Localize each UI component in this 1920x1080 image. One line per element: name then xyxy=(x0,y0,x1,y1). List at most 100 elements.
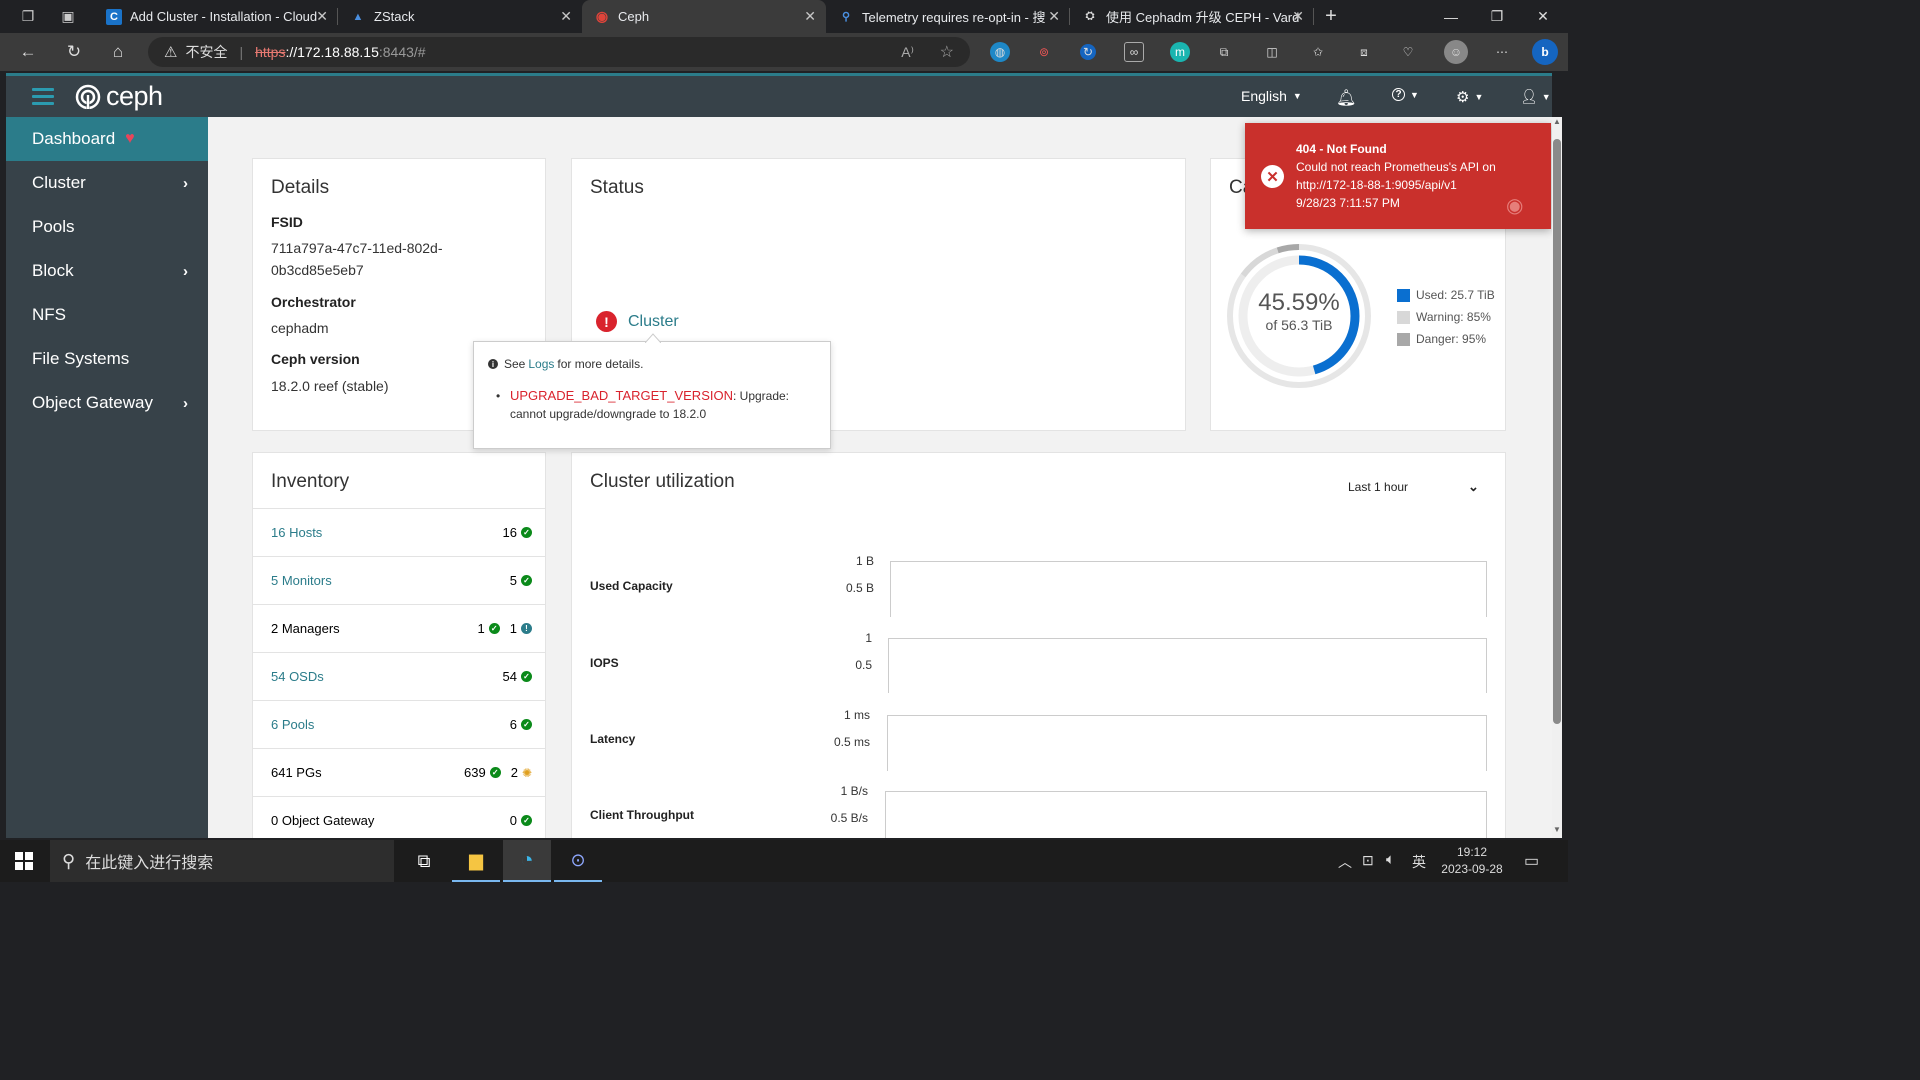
inventory-row-monitors[interactable]: 5 Monitors 5 ✓ xyxy=(253,556,546,604)
ceph-icon: ◉ xyxy=(595,8,609,24)
extension-sync-icon[interactable]: ↻ xyxy=(1080,44,1096,60)
tab-add-cluster[interactable]: C Add Cluster - Installation - Cloud ✕ xyxy=(94,0,338,33)
inventory-count: 6 xyxy=(509,717,517,732)
error-icon: ! xyxy=(596,311,617,332)
minimize-icon[interactable]: — xyxy=(1428,0,1474,33)
inventory-link[interactable]: 6 Pools xyxy=(271,717,314,732)
inventory-row-osds[interactable]: 54 OSDs 54 ✓ xyxy=(253,652,546,700)
close-window-icon[interactable]: ✕ xyxy=(1520,0,1566,33)
scroll-up-icon[interactable]: ▲ xyxy=(1552,117,1562,126)
caret-down-icon: ▼ xyxy=(1292,91,1302,101)
browser-essentials-icon[interactable]: ♡ xyxy=(1398,42,1418,62)
back-icon[interactable]: ← xyxy=(14,39,42,65)
bing-copilot-icon[interactable]: b xyxy=(1532,39,1558,65)
tab-actions-icon[interactable]: ▣ xyxy=(48,0,88,33)
favorites-icon[interactable]: ✩ xyxy=(1308,42,1328,62)
network-icon[interactable]: ⊡ xyxy=(1362,852,1374,869)
extension-globe-icon[interactable]: ◍ xyxy=(990,42,1010,62)
cluster-status[interactable]: ! Cluster xyxy=(596,311,679,332)
sidebar-item-object-gateway[interactable]: Object Gateway › xyxy=(6,381,208,425)
edge-browser-icon[interactable]: ◔ xyxy=(503,840,551,882)
ceph-watermark-icon: ◉ xyxy=(1506,195,1524,217)
inventory-count-working: 2 xyxy=(510,765,518,780)
popover-text: for more details. xyxy=(557,357,644,371)
ceph-logo[interactable]: ceph xyxy=(74,81,163,112)
collections-icon[interactable]: ⧈ xyxy=(1354,42,1374,62)
inventory-link[interactable]: 16 Hosts xyxy=(271,525,322,540)
profile-avatar[interactable]: ☺ xyxy=(1444,40,1468,64)
time-range-select[interactable]: Last 1 hour ⌄ xyxy=(1348,479,1479,495)
volume-icon[interactable]: 🔈︎ xyxy=(1386,851,1395,868)
zstack-icon: ▲ xyxy=(352,10,364,23)
health-error-code: UPGRADE_BAD_TARGET_VERSION xyxy=(510,388,733,403)
task-view-icon[interactable]: ⧉ xyxy=(400,840,448,882)
favorite-star-icon[interactable]: ☆ xyxy=(940,42,954,62)
windows-start-icon[interactable] xyxy=(0,840,48,882)
tab-separator xyxy=(1313,8,1314,25)
inventory-count: 639 xyxy=(464,765,486,780)
close-circle-icon: ✕ xyxy=(1261,165,1284,188)
close-tab-icon[interactable]: ✕ xyxy=(1292,8,1304,25)
clock[interactable]: 19:12 2023-09-28 xyxy=(1434,844,1510,878)
sidebar-item-file-systems[interactable]: File Systems xyxy=(6,337,208,381)
workspaces-icon[interactable]: ❐ xyxy=(8,0,48,33)
tab-ceph[interactable]: ◉ Ceph ✕ xyxy=(582,0,826,33)
sidebar-item-dashboard[interactable]: Dashboard ♥ xyxy=(6,117,208,161)
chevron-right-icon: › xyxy=(183,262,188,280)
extension-m-icon[interactable]: m xyxy=(1170,42,1190,62)
refresh-icon[interactable]: ↻ xyxy=(60,39,88,65)
ime-indicator[interactable]: 英 xyxy=(1412,852,1426,872)
tick-label: 1 ms xyxy=(843,708,870,722)
app-icon-circle[interactable]: ⊙ xyxy=(554,840,602,882)
language-selector[interactable]: English ▼ xyxy=(1241,88,1302,104)
close-tab-icon[interactable]: ✕ xyxy=(1048,8,1060,25)
inventory-row-pools[interactable]: 6 Pools 6 ✓ xyxy=(253,700,546,748)
sidebar-item-label: Block xyxy=(32,261,74,280)
close-tab-icon[interactable]: ✕ xyxy=(804,8,816,25)
address-bar[interactable]: ⚠ 不安全 | https ://172.18.88.15 :8443/# A⁾… xyxy=(148,37,970,67)
scrollbar-thumb[interactable] xyxy=(1553,139,1561,724)
extension-glasses-icon[interactable]: ∞ xyxy=(1124,42,1144,62)
scroll-down-icon[interactable]: ▼ xyxy=(1552,825,1562,834)
extension-eyes-icon[interactable]: ⊚ xyxy=(1034,42,1054,62)
inventory-link[interactable]: 54 OSDs xyxy=(271,669,324,684)
inventory-link[interactable]: 5 Monitors xyxy=(271,573,332,588)
health-popover: i See Logs for more details. • UPGRADE_B… xyxy=(473,333,831,449)
more-menu-icon[interactable]: ⋯ xyxy=(1492,42,1512,62)
clock-date: 2023-09-28 xyxy=(1441,862,1503,876)
user-menu[interactable]: 👤︎ ▼ xyxy=(1520,88,1551,105)
close-tab-icon[interactable]: ✕ xyxy=(560,8,572,25)
tray-chevron-up-icon[interactable]: ︿ xyxy=(1338,852,1352,872)
read-aloud-icon[interactable]: A⁾ xyxy=(901,44,914,61)
sidebar-item-nfs[interactable]: NFS xyxy=(6,293,208,337)
logs-link[interactable]: Logs xyxy=(528,357,554,371)
home-icon[interactable]: ⌂ xyxy=(104,39,132,65)
hamburger-menu-icon[interactable] xyxy=(32,88,54,105)
toast-body: 404 - Not Found Could not reach Promethe… xyxy=(1296,140,1496,212)
notification-center-icon[interactable]: ▭ xyxy=(1524,851,1539,871)
inventory-row-pgs: 641 PGs 639 ✓ 2 ✺ xyxy=(253,748,546,796)
tab-cephadm-upgrade[interactable]: ⛭ 使用 Cephadm 升级 CEPH - Vard ✕ xyxy=(1070,0,1314,33)
settings-menu[interactable]: ⚙ ▼ xyxy=(1456,88,1483,106)
cluster-status-link[interactable]: Cluster xyxy=(628,313,679,331)
inventory-row-hosts[interactable]: 16 Hosts 16 ✓ xyxy=(253,508,546,556)
health-error-text: : Upgrade: xyxy=(732,389,790,403)
split-screen-icon[interactable]: ◫ xyxy=(1262,42,1282,62)
sidebar-item-pools[interactable]: Pools xyxy=(6,205,208,249)
sidebar-item-cluster[interactable]: Cluster › xyxy=(6,161,208,205)
file-explorer-icon[interactable]: ▆ xyxy=(452,840,500,882)
sidebar-item-block[interactable]: Block › xyxy=(6,249,208,293)
chart-label-latency: Latency xyxy=(590,732,636,746)
help-menu[interactable]: ? ▼ xyxy=(1392,88,1419,101)
restore-icon[interactable]: ❐ xyxy=(1474,0,1520,33)
tab-zstack[interactable]: ▲ ZStack ✕ xyxy=(338,0,582,33)
close-tab-icon[interactable]: ✕ xyxy=(316,8,328,25)
taskbar-search-box[interactable]: ⚲ 在此键入进行搜索 xyxy=(50,840,394,882)
tab-telemetry[interactable]: ⚲ Telemetry requires re-opt-in - 搜 ✕ xyxy=(826,0,1070,33)
error-toast[interactable]: ✕ 404 - Not Found Could not reach Promet… xyxy=(1245,123,1551,229)
new-tab-icon[interactable]: + xyxy=(1316,0,1346,33)
notifications-bell-icon[interactable]: 🔔︎ xyxy=(1336,88,1356,108)
vertical-scrollbar[interactable]: ▲ ▼ xyxy=(1552,117,1562,838)
fsid-value-line1: 711a797a-47c7-11ed-802d- xyxy=(271,240,443,256)
extensions-puzzle-icon[interactable]: ⧉ xyxy=(1214,42,1234,62)
